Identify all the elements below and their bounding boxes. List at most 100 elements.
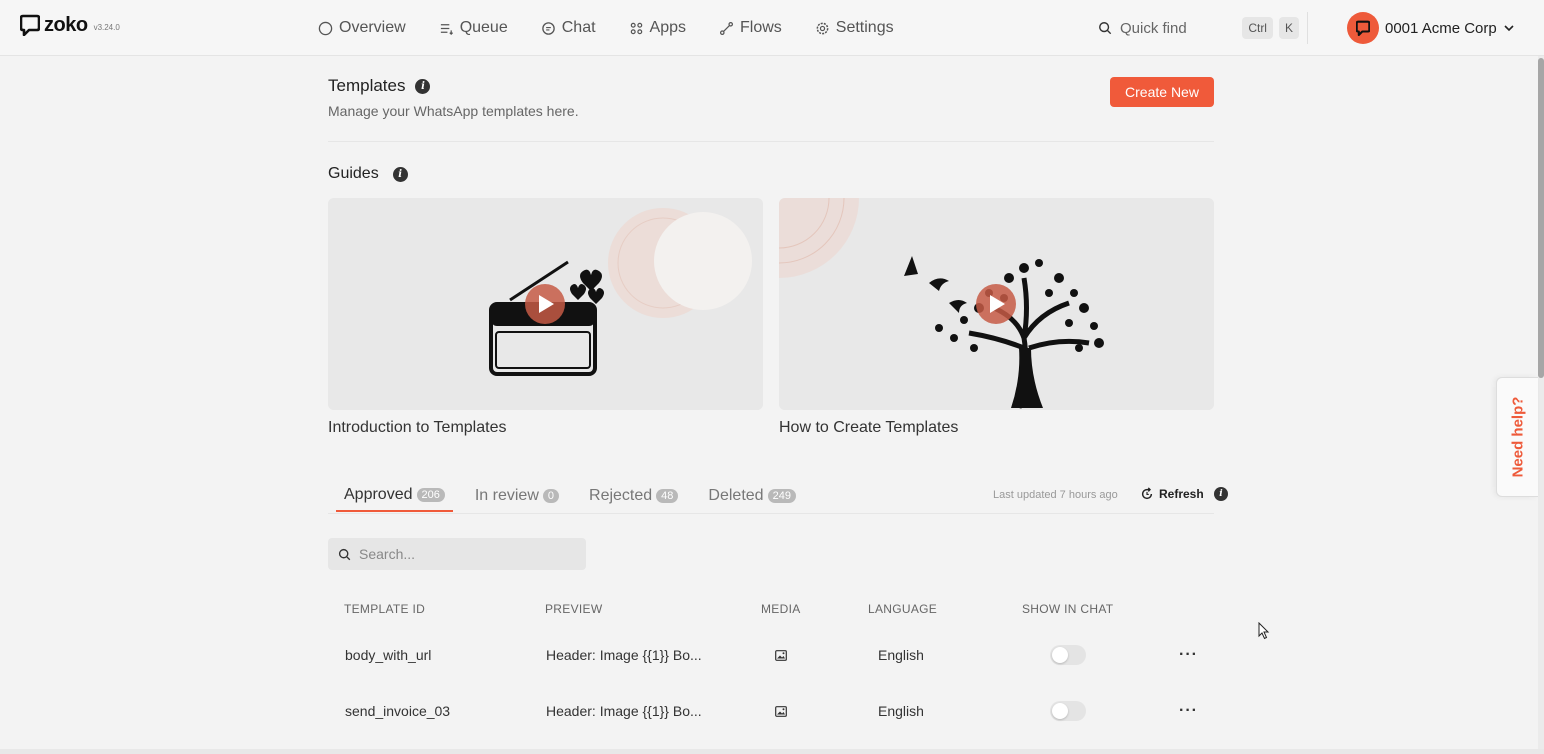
refresh-icon xyxy=(1141,487,1153,500)
column-header-preview: PREVIEW xyxy=(545,602,603,616)
tab-deleted[interactable]: Deleted 249 xyxy=(700,480,804,512)
tab-in-review-count: 0 xyxy=(542,489,560,503)
radio-illustration xyxy=(328,198,763,410)
nav-settings[interactable]: Settings xyxy=(815,19,894,37)
column-header-media: MEDIA xyxy=(761,602,801,616)
row-actions: ··· xyxy=(1179,691,1198,731)
show-in-chat-toggle[interactable] xyxy=(1050,701,1086,721)
main-nav: Overview Queue Chat Apps Flows Settings xyxy=(318,0,927,56)
logo-icon xyxy=(20,14,40,36)
top-bar: zoko v3.24.0 Overview Queue Chat Apps Fl… xyxy=(0,0,1544,56)
more-options-icon[interactable]: ··· xyxy=(1179,646,1198,664)
logo-icon xyxy=(1356,20,1370,36)
row-actions: ··· xyxy=(1179,635,1198,675)
mouse-cursor-icon xyxy=(1258,622,1270,640)
tree-illustration xyxy=(779,198,1214,410)
column-header-language: LANGUAGE xyxy=(868,602,938,616)
template-preview: Header: Image {{1}} Bo... xyxy=(546,703,702,719)
template-id: send_invoice_03 xyxy=(345,703,451,719)
chat-icon xyxy=(541,21,555,35)
tab-in-review[interactable]: In review 0 xyxy=(467,480,567,512)
tab-approved-count: 206 xyxy=(416,488,445,502)
nav-flows-label: Flows xyxy=(740,19,782,36)
search-input[interactable] xyxy=(359,546,569,562)
nav-apps[interactable]: Apps xyxy=(629,19,686,37)
tab-rejected[interactable]: Rejected 48 xyxy=(581,480,686,512)
need-help-button[interactable]: Need help? xyxy=(1496,377,1538,497)
shortcut-ctrl: Ctrl xyxy=(1242,17,1273,39)
info-icon[interactable]: i xyxy=(392,166,408,182)
app-name: zoko xyxy=(44,14,88,36)
tab-rejected-count: 48 xyxy=(656,489,679,503)
more-options-icon[interactable]: ··· xyxy=(1179,702,1198,720)
nav-overview[interactable]: Overview xyxy=(318,19,406,37)
flows-icon xyxy=(719,21,734,35)
guide-label-how-to[interactable]: How to Create Templates xyxy=(779,419,958,437)
circle-icon xyxy=(318,21,333,35)
account-name: 0001 Acme Corp xyxy=(1385,19,1497,37)
template-language: English xyxy=(878,647,924,663)
image-icon xyxy=(775,649,787,661)
tab-approved[interactable]: Approved 206 xyxy=(336,480,453,512)
template-preview: Header: Image {{1}} Bo... xyxy=(546,647,702,663)
column-header-show-in-chat: SHOW IN CHAT xyxy=(1022,602,1114,616)
guide-label-intro[interactable]: Introduction to Templates xyxy=(328,419,506,437)
app-logo[interactable]: zoko v3.24.0 xyxy=(20,14,120,36)
tab-approved-label: Approved xyxy=(344,486,413,503)
show-in-chat-toggle[interactable] xyxy=(1050,645,1086,665)
page-title-text: Templates xyxy=(328,76,406,95)
apps-icon xyxy=(630,22,642,34)
nav-overview-label: Overview xyxy=(339,19,406,36)
avatar xyxy=(1347,12,1379,44)
tab-deleted-label: Deleted xyxy=(708,487,764,504)
nav-settings-label: Settings xyxy=(835,19,894,36)
tab-deleted-count: 249 xyxy=(767,489,796,503)
info-icon[interactable]: i xyxy=(415,78,431,94)
show-in-chat-cell xyxy=(1050,635,1086,675)
column-header-template-id: TEMPLATE ID xyxy=(344,602,426,616)
guides-title: Guides i xyxy=(328,165,408,183)
media-cell xyxy=(775,691,787,731)
info-icon[interactable]: i xyxy=(1214,487,1228,501)
nav-queue-label: Queue xyxy=(459,19,508,36)
search-box xyxy=(328,538,586,570)
tab-rejected-label: Rejected xyxy=(589,487,653,504)
search-icon xyxy=(338,548,351,560)
refresh-button[interactable]: Refresh xyxy=(1140,487,1204,501)
table-row[interactable]: send_invoice_03 Header: Image {{1}} Bo..… xyxy=(328,691,1214,731)
gear-icon xyxy=(816,22,829,34)
guide-video-how-to[interactable] xyxy=(779,198,1214,410)
refresh-label: Refresh xyxy=(1159,487,1204,501)
image-icon xyxy=(775,705,787,717)
quick-find-label: Quick find xyxy=(1120,19,1187,37)
create-new-button[interactable]: Create New xyxy=(1110,77,1214,107)
search-icon xyxy=(1099,22,1112,35)
shortcut-k: K xyxy=(1278,17,1299,39)
guides-title-text: Guides xyxy=(328,165,379,182)
quick-find[interactable]: Quick find Ctrl K xyxy=(1088,12,1308,44)
divider xyxy=(328,141,1214,142)
tab-in-review-label: In review xyxy=(474,487,539,504)
table-row[interactable]: body_with_url Header: Image {{1}} Bo... … xyxy=(328,635,1214,675)
tabs-divider xyxy=(328,513,1214,514)
nav-chat-label: Chat xyxy=(561,19,596,36)
nav-flows[interactable]: Flows xyxy=(719,19,782,37)
show-in-chat-cell xyxy=(1050,691,1086,731)
chevron-down-icon xyxy=(1504,25,1514,32)
app-version: v3.24.0 xyxy=(93,23,120,32)
nav-queue[interactable]: Queue xyxy=(439,19,508,37)
last-updated-text: Last updated 7 hours ago xyxy=(993,489,1118,501)
guide-video-intro[interactable] xyxy=(328,198,763,410)
template-tabs: Approved 206 In review 0 Rejected 48 Del… xyxy=(336,480,818,514)
page-title: Templates i xyxy=(328,76,431,96)
template-id: body_with_url xyxy=(345,647,432,663)
nav-apps-label: Apps xyxy=(649,19,686,36)
need-help-label: Need help? xyxy=(1509,396,1526,478)
nav-chat[interactable]: Chat xyxy=(541,19,596,37)
account-switcher[interactable]: 0001 Acme Corp xyxy=(1347,12,1515,44)
media-cell xyxy=(775,635,787,675)
template-language: English xyxy=(878,703,924,719)
bottom-edge xyxy=(0,749,1544,754)
scrollbar-thumb[interactable] xyxy=(1538,58,1544,378)
page-subtitle: Manage your WhatsApp templates here. xyxy=(328,103,579,119)
